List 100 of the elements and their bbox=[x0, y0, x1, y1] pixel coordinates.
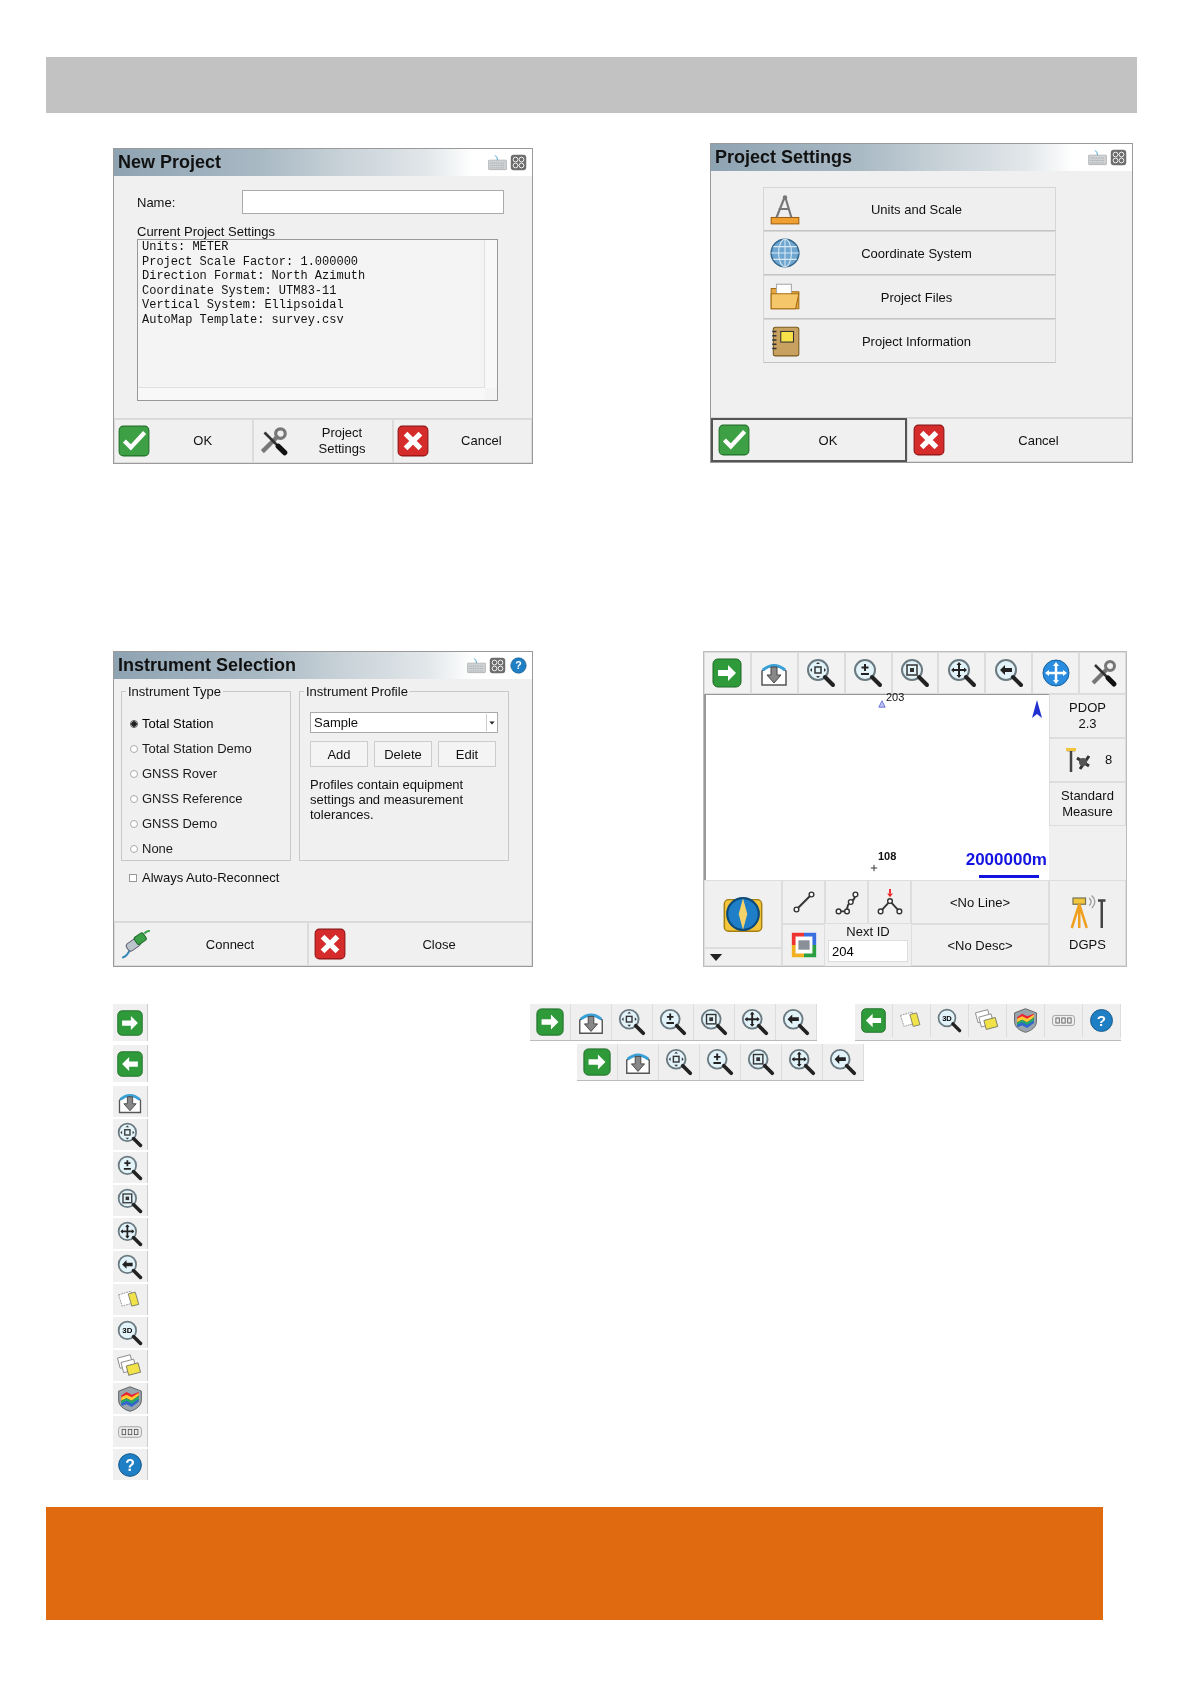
zoom-back-icon bbox=[992, 657, 1025, 689]
survey-point-icon bbox=[878, 700, 886, 708]
connect-button[interactable]: Connect bbox=[114, 922, 308, 966]
help-icon: ? bbox=[116, 1450, 144, 1479]
menu-item[interactable]: Units and Scale bbox=[763, 187, 1056, 231]
caret-icon bbox=[489, 720, 495, 725]
dialog-title: Instrument Selection bbox=[118, 655, 297, 676]
group-label: Instrument Profile bbox=[304, 684, 410, 699]
toolbar-button[interactable] bbox=[844, 652, 892, 694]
settings-line: Coordinate System: UTM83-11 bbox=[142, 283, 338, 298]
settings-button[interactable]: Project Settings bbox=[253, 419, 393, 463]
tool-button[interactable] bbox=[782, 880, 825, 924]
zoom-back-icon bbox=[116, 1252, 144, 1281]
radio-button[interactable]: Total Station Demo bbox=[130, 739, 290, 758]
radio-button[interactable]: GNSS Rover bbox=[130, 764, 290, 783]
zoom-in-out-icon bbox=[852, 657, 885, 689]
compass-button[interactable] bbox=[704, 880, 782, 948]
close-icon bbox=[912, 423, 946, 457]
toolbar-button[interactable] bbox=[891, 652, 939, 694]
zoom-in-out-icon bbox=[658, 1007, 688, 1037]
horizontal-scrollbar[interactable] bbox=[138, 387, 485, 400]
move-arrows-icon bbox=[1039, 657, 1072, 689]
code-button[interactable] bbox=[782, 924, 825, 966]
line-button[interactable]: <No Line> bbox=[911, 880, 1049, 924]
field-label: Next ID bbox=[846, 924, 890, 940]
profile-button[interactable]: Delete bbox=[374, 741, 432, 767]
zoom-back-icon bbox=[828, 1047, 858, 1077]
zoom-window-icon bbox=[899, 657, 931, 689]
group-label: Instrument Type bbox=[126, 684, 223, 699]
zoom-window-icon bbox=[116, 1186, 144, 1215]
pan-magnifier-icon bbox=[945, 657, 978, 689]
zoom-back-icon bbox=[781, 1007, 811, 1037]
compass-ruler-icon bbox=[768, 192, 802, 226]
radio-button[interactable]: Total Station bbox=[130, 714, 290, 733]
status-button[interactable]: DGPS bbox=[1049, 880, 1126, 966]
close-icon bbox=[395, 424, 430, 458]
name-field[interactable] bbox=[242, 190, 504, 214]
settings-line: Vertical System: Ellipsoidal bbox=[142, 298, 345, 313]
cancel-button[interactable]: Cancel bbox=[907, 418, 1132, 462]
profile-button[interactable]: Add bbox=[310, 741, 368, 767]
globe-icon bbox=[768, 236, 802, 270]
zoom-extents-icon bbox=[116, 1120, 144, 1149]
zoom-in-out-icon bbox=[705, 1047, 735, 1077]
radio-button[interactable]: None bbox=[130, 839, 290, 858]
mode-button[interactable]: Standard Measure bbox=[1049, 782, 1126, 826]
radio-button[interactable]: GNSS Reference bbox=[130, 789, 290, 808]
profile-button[interactable]: Edit bbox=[438, 741, 496, 767]
toolbar-button[interactable] bbox=[797, 652, 845, 694]
menu-item[interactable]: Coordinate System bbox=[763, 231, 1056, 275]
menu-item[interactable]: Project Files bbox=[763, 275, 1056, 319]
settings-line: AutoMap Template: survey.csv bbox=[142, 312, 345, 327]
toolbar-button[interactable] bbox=[938, 652, 986, 694]
dropdown-button[interactable] bbox=[704, 948, 782, 966]
menu-item[interactable]: Project Information bbox=[763, 319, 1056, 363]
settings-line: Direction Format: North Azimuth bbox=[142, 269, 367, 284]
zoom-window-icon bbox=[746, 1047, 776, 1077]
section-label: Current Project Settings bbox=[137, 224, 276, 239]
pan-magnifier-icon bbox=[740, 1007, 770, 1037]
close-button[interactable]: Close bbox=[308, 922, 532, 966]
field-label: Name: bbox=[137, 194, 177, 210]
point-label: 108 bbox=[878, 851, 897, 862]
pan-magnifier-icon bbox=[116, 1219, 144, 1248]
profile-note: Profiles contain equipment settings and measurement tolerances. bbox=[310, 777, 465, 822]
tool-button[interactable] bbox=[825, 880, 868, 924]
check-icon bbox=[717, 423, 751, 457]
terrain-surface-icon bbox=[1012, 1007, 1039, 1034]
settings-line: Units: METER bbox=[142, 240, 230, 255]
check-icon bbox=[117, 424, 151, 458]
point-label: 203 bbox=[886, 692, 905, 703]
map-canvas[interactable]: 203 108 2000000m bbox=[704, 694, 1049, 880]
toolbar-button[interactable] bbox=[985, 652, 1033, 694]
zoom-in-out-icon bbox=[116, 1153, 144, 1182]
radio-button[interactable]: GNSS Demo bbox=[130, 814, 290, 833]
grid-icon[interactable] bbox=[509, 153, 528, 172]
zoom-extents-icon bbox=[805, 657, 838, 689]
satellites-button[interactable]: 8 bbox=[1049, 738, 1126, 782]
dialog-title: Project Settings bbox=[715, 147, 853, 168]
scale-label: 2000000m bbox=[965, 850, 1047, 870]
help-icon: ? bbox=[1088, 1007, 1115, 1034]
dialog-title: New Project bbox=[118, 152, 222, 173]
scale-bar bbox=[979, 875, 1039, 878]
close-icon bbox=[313, 927, 347, 961]
profile-dropdown[interactable]: Sample bbox=[310, 712, 498, 733]
vertical-scrollbar[interactable] bbox=[484, 240, 497, 388]
next-id-field[interactable]: 204 bbox=[828, 940, 908, 962]
grid-icon[interactable] bbox=[1109, 148, 1128, 167]
checkbox[interactable]: Always Auto-Reconnect bbox=[129, 870, 522, 885]
tool-button[interactable] bbox=[868, 880, 911, 924]
ok-button[interactable]: OK bbox=[711, 418, 907, 462]
zoom-extents-icon bbox=[617, 1007, 647, 1037]
pan-magnifier-icon bbox=[787, 1047, 817, 1077]
toolbar-button[interactable] bbox=[1079, 652, 1126, 694]
pdop-button[interactable]: PDOP 2.3 bbox=[1049, 694, 1126, 738]
help-icon[interactable]: ? bbox=[509, 656, 528, 675]
settings-line: Project Scale Factor: 1.000000 bbox=[142, 254, 360, 269]
cancel-button[interactable]: Cancel bbox=[392, 419, 532, 463]
grid-icon[interactable] bbox=[488, 656, 507, 675]
zoom-window-icon bbox=[699, 1007, 729, 1037]
ok-button[interactable]: OK bbox=[114, 419, 254, 463]
description-button[interactable]: <No Desc> bbox=[911, 924, 1049, 966]
